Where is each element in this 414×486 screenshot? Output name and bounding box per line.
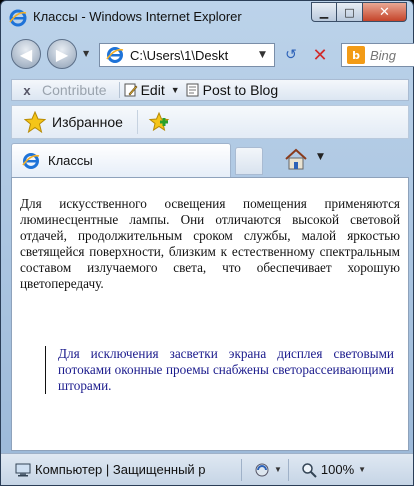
favorites-bar: Избранное: [11, 105, 409, 139]
stop-button[interactable]: ✕: [309, 44, 331, 66]
toolbar-divider: [118, 82, 120, 98]
navigation-bar: ◀ ▶ ▼ C:\Users\1\Deskt ▼ ↺ ✕ b Bing: [1, 35, 414, 73]
window-title: Классы - Windows Internet Explorer: [33, 9, 242, 24]
contribute-button[interactable]: Contribute: [42, 82, 107, 98]
ie-icon: [9, 9, 27, 27]
back-arrow-icon: ◀: [19, 44, 33, 64]
tab-row: Классы ▼: [11, 143, 409, 177]
edit-dropdown[interactable]: ▼: [171, 85, 180, 95]
address-dropdown[interactable]: ▼: [259, 50, 266, 60]
blog-icon: [186, 83, 199, 97]
command-bar: x Contribute Edit ▼ Post to Blog: [11, 79, 409, 101]
ie-icon: [106, 47, 124, 63]
add-favorites-icon[interactable]: [148, 111, 170, 133]
browser-window: Классы - Windows Internet Explorer ▁ □ ✕…: [0, 0, 414, 486]
ie-icon: [22, 152, 40, 169]
zoom-icon[interactable]: [301, 462, 317, 478]
minimize-button[interactable]: ▁: [311, 2, 337, 22]
home-icon[interactable]: [283, 147, 309, 171]
body-paragraph: Для искусственного освещения помещения п…: [20, 196, 400, 291]
search-placeholder: Bing: [370, 47, 397, 63]
zoom-dropdown[interactable]: ▼: [358, 465, 366, 474]
window-controls: ▁ □ ✕: [311, 2, 407, 22]
protected-mode-dropdown[interactable]: ▼: [274, 465, 282, 474]
favorites-button[interactable]: Избранное: [52, 114, 123, 130]
security-zone[interactable]: Компьютер | Защищенный р: [1, 454, 235, 485]
favorites-star-icon[interactable]: [24, 111, 46, 133]
tab-classes[interactable]: Классы: [11, 143, 231, 177]
favorites-divider: [136, 110, 138, 134]
status-divider: [241, 458, 242, 481]
home-dropdown[interactable]: ▼: [317, 152, 324, 162]
search-field[interactable]: b Bing: [341, 43, 414, 67]
stop-icon: ✕: [312, 44, 328, 66]
title-bar[interactable]: Классы - Windows Internet Explorer ▁ □ ✕: [1, 1, 413, 33]
maximize-button[interactable]: □: [337, 2, 363, 22]
edit-label: Edit: [140, 82, 165, 98]
protected-mode-icon[interactable]: [254, 462, 270, 478]
zone-text: Компьютер | Защищенный р: [35, 462, 206, 477]
address-url[interactable]: C:\Users\1\Deskt: [130, 48, 255, 63]
status-bar: Компьютер | Защищенный р ▼ 100% ▼: [1, 453, 413, 485]
forward-button[interactable]: ▶: [47, 39, 77, 69]
edit-icon: [124, 83, 138, 97]
blog-label: Post to Blog: [202, 82, 279, 98]
forward-arrow-icon: ▶: [55, 44, 69, 64]
bing-icon: b: [347, 46, 365, 64]
zoom-level[interactable]: 100%: [321, 462, 354, 477]
refresh-button[interactable]: ↺: [281, 45, 301, 65]
toolbar-close-button[interactable]: x: [12, 83, 42, 98]
tab-label: Классы: [48, 153, 93, 168]
recent-pages-dropdown[interactable]: ▼: [83, 49, 89, 58]
close-button[interactable]: ✕: [363, 2, 407, 22]
page-content: Для искусственного освещения помещения п…: [11, 177, 409, 451]
address-field[interactable]: C:\Users\1\Deskt ▼: [99, 43, 275, 67]
computer-icon: [15, 463, 31, 476]
refresh-icon: ↺: [285, 47, 297, 63]
back-button[interactable]: ◀: [11, 39, 41, 69]
new-tab-button[interactable]: [235, 147, 263, 175]
blockquote: Для исключения засветки экрана дисплея с…: [45, 346, 394, 394]
edit-button[interactable]: Edit: [122, 82, 165, 98]
post-to-blog-button[interactable]: Post to Blog: [186, 82, 279, 98]
status-divider: [287, 458, 289, 481]
